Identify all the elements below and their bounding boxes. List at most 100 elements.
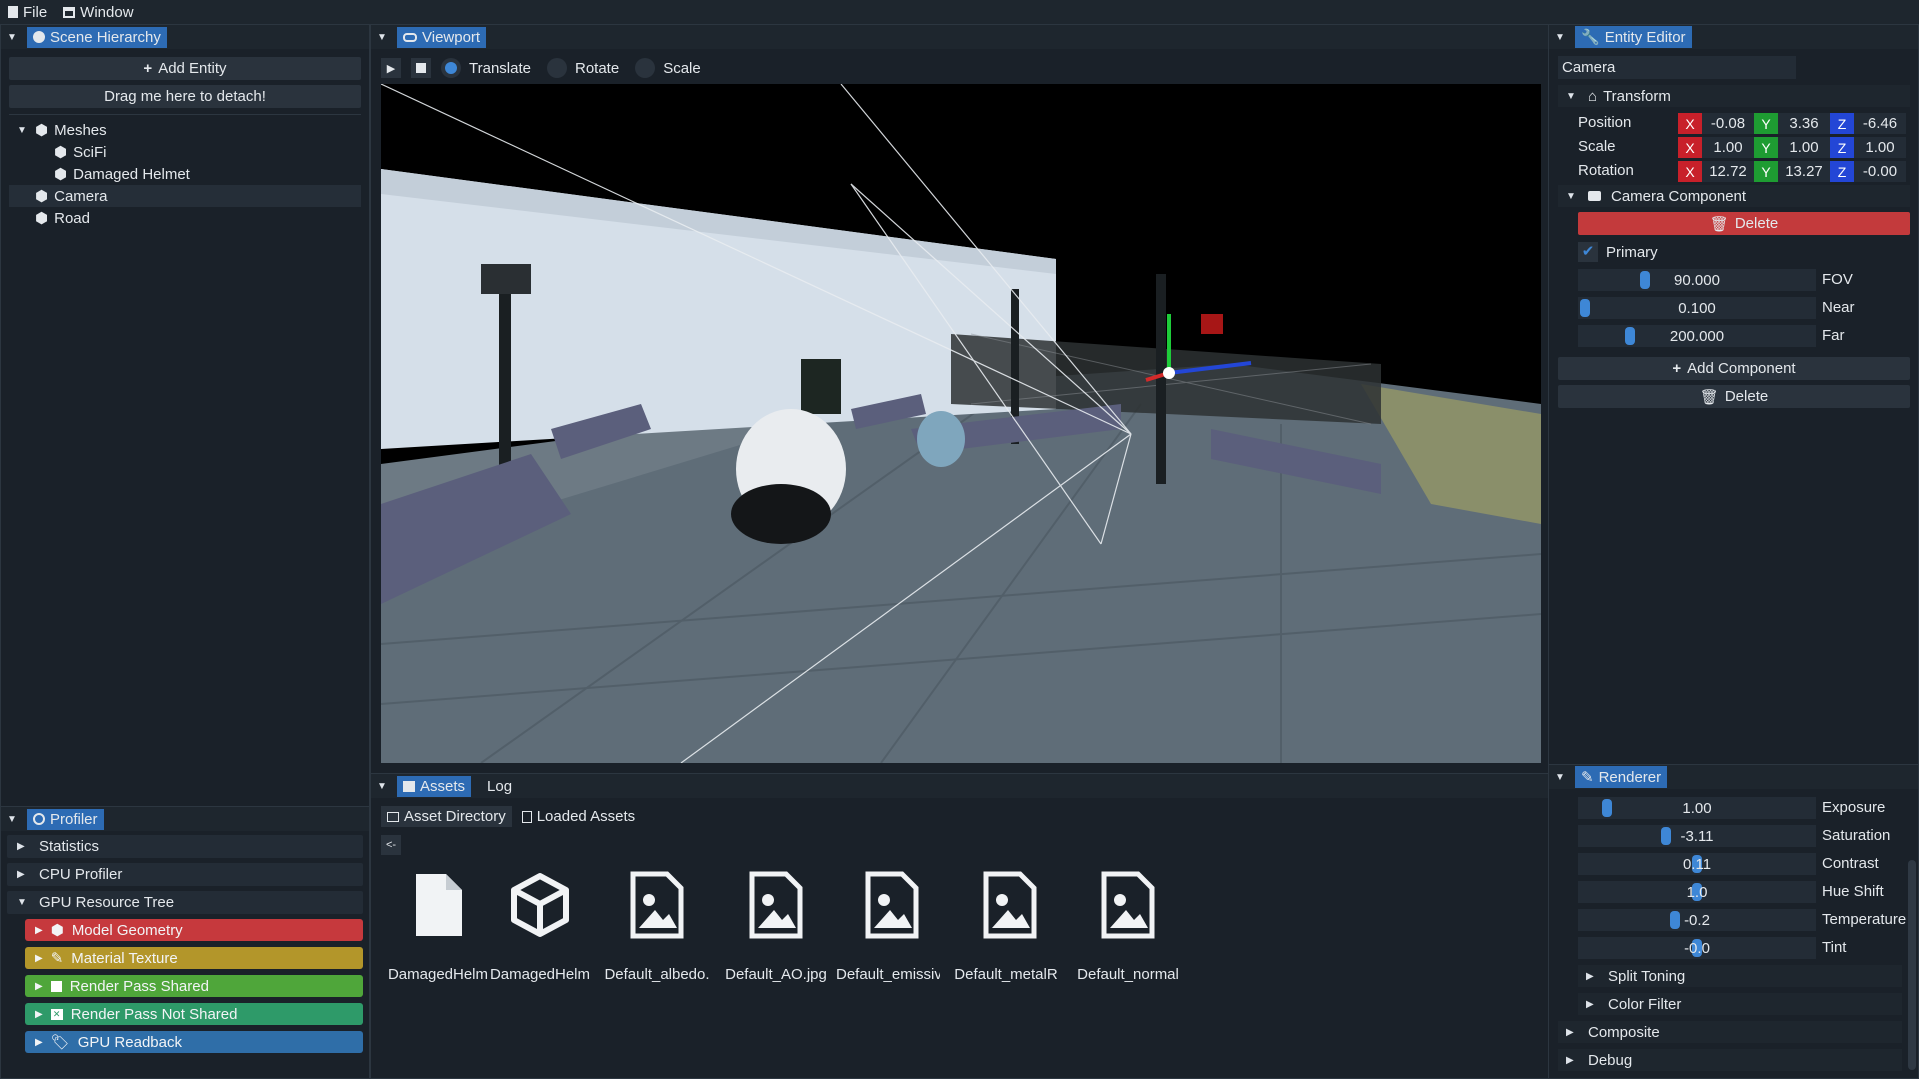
axis-z-label: Z (1830, 137, 1854, 158)
saturation-slider-knob[interactable] (1660, 827, 1671, 845)
asset-tile[interactable]: Default_albedo. (601, 870, 713, 983)
asset-tile[interactable]: Default_metalR (954, 870, 1066, 983)
mode-translate[interactable]: Translate (441, 58, 531, 78)
gpu-item-render-pass-not-shared[interactable]: ▶ ✕ Render Pass Not Shared (25, 1003, 363, 1025)
radio-scale[interactable] (635, 58, 656, 78)
collapse-arrow-icon[interactable]: ▼ (7, 814, 17, 825)
exposure-slider[interactable]: 1.00 (1578, 797, 1816, 819)
back-button[interactable]: <- (381, 835, 401, 855)
delete-component-button[interactable]: 🗑 Delete (1578, 212, 1910, 235)
mode-scale[interactable]: Scale (635, 58, 701, 78)
tint-slider[interactable]: -0.0 (1578, 937, 1816, 959)
mode-rotate[interactable]: Rotate (546, 58, 619, 78)
position-x-field[interactable]: -0.08 (1702, 113, 1754, 134)
scene-viewport-render[interactable] (381, 84, 1541, 763)
tab-entity-editor[interactable]: 🔧 Entity Editor (1575, 26, 1692, 48)
asset-tile[interactable]: Default_AO.jpg (720, 870, 832, 983)
radio-rotate[interactable] (546, 58, 567, 78)
contrast-slider[interactable]: 0.11 (1578, 853, 1816, 875)
rotation-y-field[interactable]: 13.27 (1778, 161, 1830, 182)
expand-arrow-icon[interactable]: ▼ (17, 125, 29, 136)
primary-checkbox-row[interactable]: ✔ Primary (1578, 241, 1658, 263)
add-component-button[interactable]: + Add Component (1558, 357, 1910, 380)
tab-loaded-assets[interactable]: Loaded Assets (516, 806, 641, 827)
section-color-filter[interactable]: ▶ Color Filter (1578, 993, 1902, 1015)
section-gpu-resource-tree[interactable]: ▼ GPU Resource Tree (7, 891, 363, 914)
checkbox-checked[interactable]: ✔ (1578, 242, 1598, 262)
play-button[interactable]: ▶ (381, 58, 401, 78)
tab-scene-hierarchy[interactable]: Scene Hierarchy (27, 26, 167, 48)
scale-z-field[interactable]: 1.00 (1854, 137, 1906, 158)
section-cpu-profiler[interactable]: ▶ CPU Profiler (7, 863, 363, 886)
section-transform[interactable]: ▼ ⌂ Transform (1558, 85, 1910, 107)
scale-y-field[interactable]: 1.00 (1778, 137, 1830, 158)
section-statistics[interactable]: ▶ Statistics (7, 835, 363, 858)
section-split-toning[interactable]: ▶ Split Toning (1578, 965, 1902, 987)
gpu-item-render-pass-shared[interactable]: ▶ Render Pass Shared (25, 975, 363, 997)
saturation-slider[interactable]: -3.11 (1578, 825, 1816, 847)
image-icon (983, 871, 1037, 939)
gpu-item-material-texture[interactable]: ▶ ✎ Material Texture (25, 947, 363, 969)
far-slider-knob[interactable] (1624, 327, 1635, 345)
expand-arrow-icon: ▼ (17, 897, 27, 908)
tree-item-scifi[interactable]: ⬢ SciFi (9, 141, 361, 163)
menu-window[interactable]: Window (63, 4, 134, 21)
temperature-slider[interactable]: -0.2 (1578, 909, 1816, 931)
tree-item-meshes[interactable]: ▼ ⬢ Meshes (9, 119, 361, 141)
delete-entity-button[interactable]: 🗑 Delete (1558, 385, 1910, 408)
tab-renderer[interactable]: ✎ Renderer (1575, 766, 1668, 788)
brush-icon: ✎ (50, 950, 64, 967)
radio-translate[interactable] (441, 58, 461, 78)
fov-label: FOV (1822, 271, 1853, 288)
temperature-slider-knob[interactable] (1669, 911, 1680, 929)
menu-file[interactable]: File (8, 4, 47, 21)
hue-shift-slider[interactable]: 1.0 (1578, 881, 1816, 903)
section-debug[interactable]: ▶ Debug (1558, 1049, 1902, 1071)
fov-slider[interactable]: 90.000 (1578, 269, 1816, 291)
rotation-x-field[interactable]: 12.72 (1702, 161, 1754, 182)
tag-icon: 🏷 (50, 1034, 70, 1051)
gpu-item-gpu-readback[interactable]: ▶ 🏷 GPU Readback (25, 1031, 363, 1053)
asset-tile[interactable]: Default_emissiv (836, 870, 948, 983)
collapse-arrow-icon[interactable]: ▼ (1555, 32, 1565, 43)
expand-arrow-icon: ▶ (17, 841, 25, 852)
rotation-z-field[interactable]: -0.00 (1854, 161, 1906, 182)
add-entity-button[interactable]: + Add Entity (9, 57, 361, 80)
collapse-arrow-icon[interactable]: ▼ (377, 781, 387, 792)
asset-tile[interactable]: DamagedHelm (484, 870, 596, 983)
image-icon (630, 871, 684, 939)
section-composite[interactable]: ▶ Composite (1558, 1021, 1902, 1043)
tree-item-camera[interactable]: ⬢ Camera (9, 185, 361, 207)
stop-button[interactable] (411, 58, 431, 78)
asset-tile[interactable]: Default_normal (1072, 870, 1184, 983)
tab-asset-directory[interactable]: Asset Directory (381, 806, 512, 827)
tab-viewport[interactable]: Viewport (397, 26, 487, 48)
tab-assets[interactable]: Assets (397, 775, 472, 797)
scene-hierarchy-panel: ▼ Scene Hierarchy + Add Entity Drag me h… (0, 24, 370, 807)
tab-profiler[interactable]: Profiler (27, 808, 104, 830)
asset-tile[interactable]: DamagedHelm (382, 870, 494, 983)
renderer-scrollbar[interactable] (1908, 860, 1916, 1070)
far-label: Far (1822, 327, 1845, 344)
tree-item-road[interactable]: ⬢ Road (9, 207, 361, 229)
tree-item-damaged-helmet[interactable]: ⬢ Damaged Helmet (9, 163, 361, 185)
position-z-field[interactable]: -6.46 (1854, 113, 1906, 134)
file-icon (8, 6, 18, 18)
far-slider[interactable]: 200.000 (1578, 325, 1816, 347)
collapse-arrow-icon[interactable]: ▼ (7, 32, 17, 43)
gpu-item-model-geometry[interactable]: ▶ ⬢ Model Geometry (25, 919, 363, 941)
tab-log[interactable]: Log (481, 776, 518, 797)
near-slider[interactable]: 0.100 (1578, 297, 1816, 319)
asset-subtabs: Asset Directory Loaded Assets (371, 798, 1548, 827)
detach-drop-target[interactable]: Drag me here to detach! (9, 85, 361, 108)
collapse-arrow-icon[interactable]: ▼ (1555, 772, 1565, 783)
position-y-field[interactable]: 3.36 (1778, 113, 1830, 134)
near-slider-knob[interactable] (1580, 299, 1590, 317)
collapse-arrow-icon[interactable]: ▼ (377, 32, 387, 43)
axis-z-label: Z (1830, 113, 1854, 134)
scale-x-field[interactable]: 1.00 (1702, 137, 1754, 158)
entity-name-input[interactable]: Camera (1558, 56, 1796, 79)
section-camera-component[interactable]: ▼ Camera Component (1558, 185, 1910, 207)
fov-slider-knob[interactable] (1640, 271, 1651, 289)
exposure-slider-knob[interactable] (1602, 799, 1613, 817)
